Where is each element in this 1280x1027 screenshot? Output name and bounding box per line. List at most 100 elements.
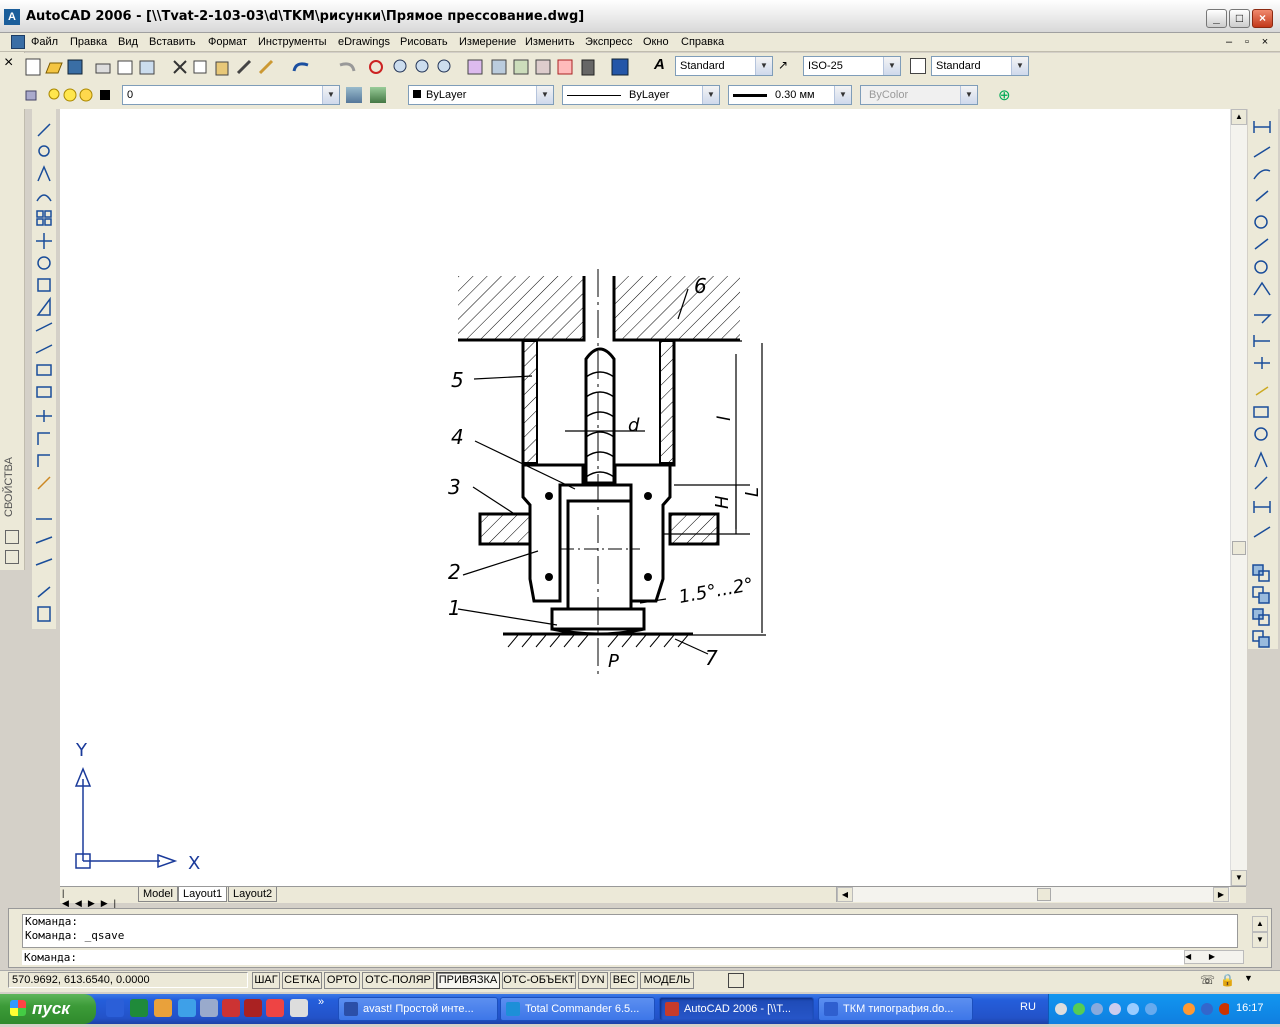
menu-edit[interactable]: Правка bbox=[70, 36, 107, 48]
otrack-toggle[interactable]: ОТС-ОБЪЕКТ bbox=[502, 972, 576, 989]
menu-insert[interactable]: Вставить bbox=[149, 36, 196, 48]
doc-restore-button[interactable]: ▫ bbox=[1240, 36, 1254, 48]
draw-order-front-icon bbox=[1252, 564, 1264, 576]
menu-view[interactable]: Вид bbox=[118, 36, 138, 48]
task-avast[interactable]: avast! Простой инте... bbox=[338, 997, 498, 1021]
polar-toggle[interactable]: ОТС-ПОЛЯР bbox=[362, 972, 434, 989]
autocad-app-icon[interactable]: A bbox=[4, 9, 20, 25]
tab-model[interactable]: Model bbox=[138, 887, 178, 902]
horizontal-scrollbar[interactable]: ◀ ▶ bbox=[836, 887, 1230, 902]
menu-express[interactable]: Экспресс bbox=[585, 36, 633, 48]
quicklaunch-overflow-icon[interactable]: » bbox=[318, 996, 324, 1008]
text-style-select[interactable]: Standard ▼ bbox=[675, 56, 773, 76]
windows-logo-icon bbox=[10, 1000, 26, 1016]
command-history-line: Команда: bbox=[25, 915, 78, 928]
task-word-document-label: ТКМ типография.do... bbox=[843, 1003, 954, 1015]
menu-format[interactable]: Формат bbox=[208, 36, 247, 48]
ortho-toggle[interactable]: ОРТО bbox=[324, 972, 360, 989]
tray-network-icon bbox=[1073, 1003, 1085, 1015]
layer-select[interactable]: 0 ▼ bbox=[122, 85, 340, 105]
vertical-scrollbar[interactable]: ▲ ▼ bbox=[1230, 109, 1247, 886]
doc-minimize-button[interactable]: – bbox=[1222, 36, 1236, 48]
table-style-select[interactable]: Standard ▼ bbox=[931, 56, 1029, 76]
tab-layout1[interactable]: Layout1 bbox=[178, 887, 228, 902]
table-style-icon bbox=[910, 58, 926, 74]
snap-toggle[interactable]: ШАГ bbox=[252, 972, 280, 989]
paste-icon bbox=[215, 61, 229, 76]
menu-file[interactable]: Файл bbox=[31, 36, 58, 48]
status-menu-chevron-icon[interactable]: ▼ bbox=[1244, 973, 1258, 988]
quicklaunch-excel-icon[interactable] bbox=[130, 999, 148, 1017]
coordinate-display[interactable]: 570.9692, 613.6540, 0.0000 bbox=[8, 972, 248, 988]
grid-toggle[interactable]: СЕТКА bbox=[282, 972, 322, 989]
calculator-icon bbox=[581, 59, 595, 76]
quicklaunch-misc-icon[interactable] bbox=[290, 999, 308, 1017]
close-button[interactable]: × bbox=[1252, 9, 1273, 28]
chevron-down-icon: ▼ bbox=[960, 86, 977, 104]
make-current-layer-icon[interactable] bbox=[346, 87, 362, 103]
linetype-select[interactable]: ByLayer ▼ bbox=[562, 85, 720, 105]
layer-on-icon bbox=[48, 88, 60, 100]
maximize-viewport-icon[interactable] bbox=[728, 973, 744, 988]
quicklaunch-outlook-icon[interactable] bbox=[154, 999, 172, 1017]
window-title: AutoCAD 2006 - [\\Tvat-2-103-03\d\TKM\ри… bbox=[26, 9, 585, 24]
tab-layout2[interactable]: Layout2 bbox=[228, 887, 278, 902]
h-scroll-thumb[interactable] bbox=[1037, 888, 1051, 901]
dim-aligned-icon bbox=[1253, 146, 1271, 158]
menu-help[interactable]: Справка bbox=[681, 36, 724, 48]
color-select[interactable]: ByLayer ▼ bbox=[408, 85, 554, 105]
scroll-left-icon[interactable]: ◀ bbox=[837, 887, 853, 902]
layer-previous-icon[interactable] bbox=[370, 87, 386, 103]
chevron-down-icon: ▼ bbox=[1011, 57, 1028, 75]
close-icon[interactable]: × bbox=[4, 54, 13, 72]
dim-update-icon bbox=[1253, 501, 1271, 513]
task-autocad[interactable]: AutoCAD 2006 - [\\T... bbox=[659, 997, 814, 1021]
quicklaunch-calc-icon[interactable] bbox=[200, 999, 218, 1017]
document-icon[interactable] bbox=[11, 35, 25, 49]
menu-dimension[interactable]: Измерение bbox=[459, 36, 516, 48]
quicklaunch-opera-icon[interactable] bbox=[266, 999, 284, 1017]
menu-draw[interactable]: Рисовать bbox=[400, 36, 448, 48]
quicklaunch-acad-icon[interactable] bbox=[222, 999, 240, 1017]
scroll-thumb[interactable] bbox=[1232, 541, 1246, 555]
start-label: пуск bbox=[32, 999, 70, 1018]
quicklaunch-save-icon[interactable] bbox=[244, 999, 262, 1017]
communication-center-icon[interactable]: ☏ bbox=[1200, 973, 1216, 988]
scroll-down-icon[interactable]: ▼ bbox=[1231, 870, 1247, 886]
dim-style-icon: ↗ bbox=[778, 58, 789, 72]
lock-icon[interactable]: 🔒 bbox=[1220, 973, 1236, 988]
model-paper-toggle[interactable]: МОДЕЛЬ bbox=[640, 972, 694, 989]
language-indicator[interactable]: RU bbox=[1020, 1001, 1036, 1013]
palette-list-icon[interactable] bbox=[5, 550, 19, 564]
layer-thaw-icon bbox=[63, 88, 77, 102]
task-total-commander[interactable]: Total Commander 6.5... bbox=[500, 997, 655, 1021]
cmd-scroll-up-icon[interactable]: ▲ bbox=[1252, 916, 1268, 932]
cmd-scroll-down-icon[interactable]: ▼ bbox=[1252, 932, 1268, 948]
insert-icon[interactable]: ⊕ bbox=[998, 86, 1016, 104]
quicklaunch-ie-icon[interactable] bbox=[178, 999, 196, 1017]
lineweight-toggle[interactable]: ВЕС bbox=[610, 972, 638, 989]
minimize-button[interactable]: _ bbox=[1206, 9, 1227, 28]
tab-navigation-arrows[interactable]: |◀◀▶▶| bbox=[62, 888, 122, 908]
palette-options-icon[interactable] bbox=[5, 530, 19, 544]
doc-close-button[interactable]: × bbox=[1258, 36, 1272, 48]
scroll-right-icon[interactable]: ▶ bbox=[1213, 887, 1229, 902]
drawing-canvas[interactable]: 5 4 3 2 1 6 7 d P l H L 1.5°...2° Y X bbox=[60, 109, 1230, 886]
design-center-icon bbox=[491, 59, 507, 75]
autocad-task-icon bbox=[665, 1002, 679, 1016]
dyn-toggle[interactable]: DYN bbox=[578, 972, 608, 989]
menu-modify[interactable]: Изменить bbox=[525, 36, 575, 48]
command-input[interactable]: Команда: bbox=[22, 950, 1184, 965]
maximize-button[interactable]: □ bbox=[1229, 9, 1250, 28]
menu-window[interactable]: Окно bbox=[643, 36, 669, 48]
osnap-toggle[interactable]: ПРИВЯЗКА bbox=[436, 972, 500, 989]
task-word-document[interactable]: ТКМ типография.do... bbox=[818, 997, 973, 1021]
lineweight-select[interactable]: 0.30 мм ▼ bbox=[728, 85, 852, 105]
menu-tools[interactable]: Инструменты bbox=[258, 36, 327, 48]
quicklaunch-word-icon[interactable] bbox=[106, 999, 124, 1017]
dim-style-select[interactable]: ISO-25 ▼ bbox=[803, 56, 901, 76]
start-button[interactable]: пуск bbox=[0, 994, 96, 1024]
scroll-up-icon[interactable]: ▲ bbox=[1231, 109, 1247, 125]
cmd-hscroll[interactable]: ◀ ▶ bbox=[1184, 950, 1244, 964]
menu-edrawings[interactable]: eDrawings bbox=[338, 36, 390, 48]
